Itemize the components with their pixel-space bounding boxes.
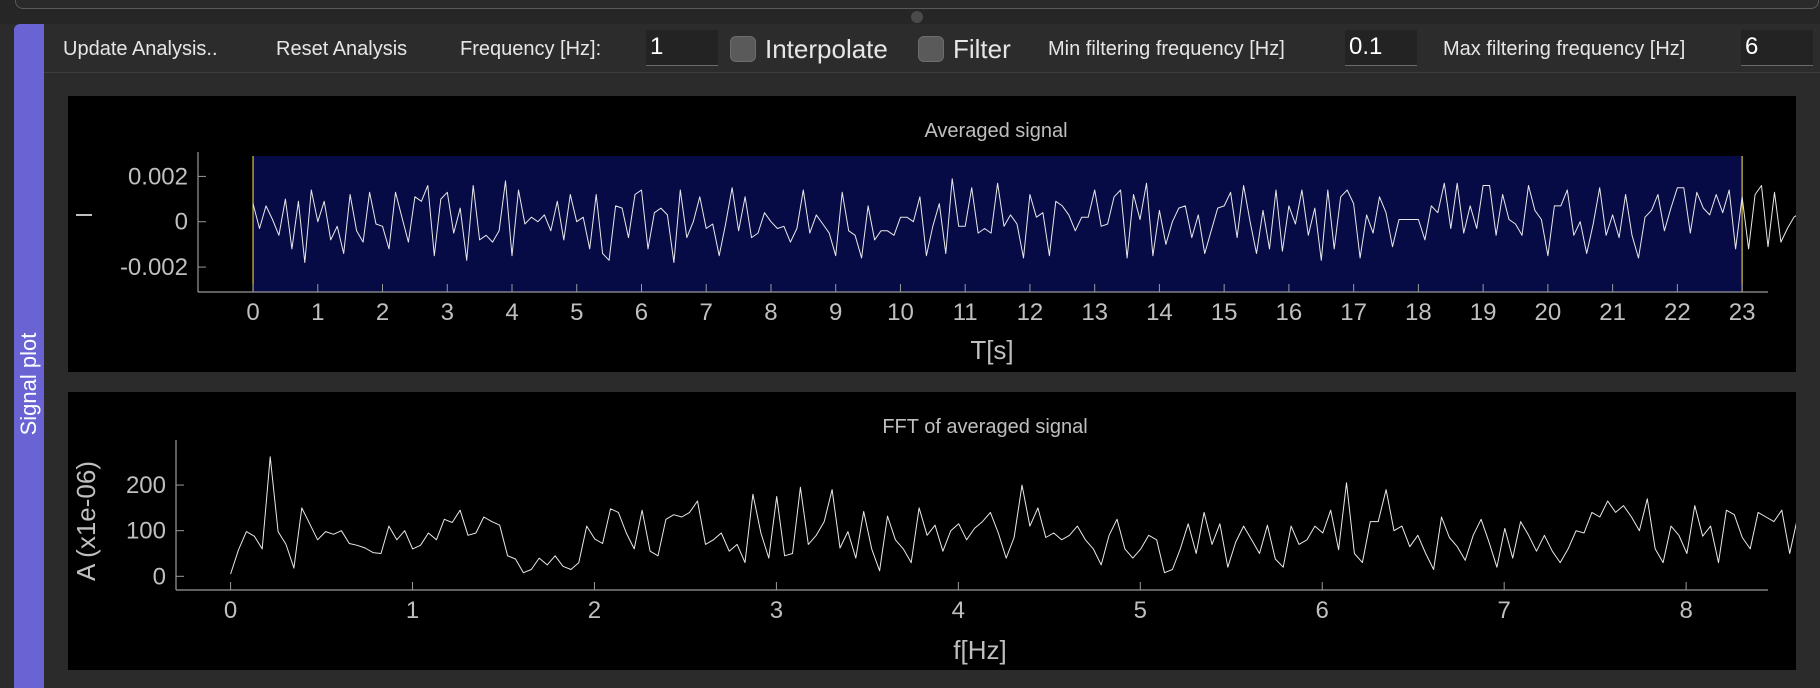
x-tick-label: 5 xyxy=(570,299,583,326)
min-filter-frequency-label: Min filtering frequency [Hz] xyxy=(1048,38,1285,60)
y-tick-label: 0 xyxy=(153,563,166,590)
y-tick-label: 200 xyxy=(126,472,166,499)
y-tick-label: 0 xyxy=(175,209,188,236)
signal-plot-panel: Update Analysis.. Reset Analysis Frequen… xyxy=(44,24,1820,688)
max-filter-frequency-input[interactable]: 6 xyxy=(1741,30,1813,66)
x-tick-label: 4 xyxy=(505,299,518,326)
y-tick-label: -0.002 xyxy=(120,254,188,281)
x-tick-label: 22 xyxy=(1664,299,1691,326)
fft-chart: FFT of averaged signal 0 1 2 3 4 5 6 7 8 200 100 0 f[… xyxy=(71,416,1796,665)
x-tick-label: 0 xyxy=(224,597,237,624)
x-tick-label: 4 xyxy=(952,597,965,624)
splitter-handle[interactable] xyxy=(911,11,923,23)
y-tick-label: 100 xyxy=(126,518,166,545)
reset-analysis-button[interactable]: Reset Analysis xyxy=(276,38,407,61)
x-tick-label: 7 xyxy=(700,299,713,326)
x-tick-label: 18 xyxy=(1405,299,1432,326)
fft-plot[interactable]: FFT of averaged signal 0 1 2 3 4 5 6 7 8 200 100 0 f[… xyxy=(68,392,1796,670)
frequency-input[interactable]: 1 xyxy=(646,30,718,66)
x-tick-label: 19 xyxy=(1470,299,1497,326)
x-tick-label: 8 xyxy=(1679,597,1692,624)
filter-label: Filter xyxy=(953,34,1011,64)
x-tick-label: 13 xyxy=(1081,299,1108,326)
chart-title: FFT of averaged signal xyxy=(882,416,1087,438)
x-axis-label: T[s] xyxy=(970,335,1013,365)
frequency-label: Frequency [Hz]: xyxy=(460,38,602,60)
x-tick-label: 3 xyxy=(770,597,783,624)
averaged-signal-plot[interactable]: Averaged signal 0 1 2 3 4 5 6 7 8 9 10 11 12 13 14 15 16 1… xyxy=(68,96,1796,372)
side-tab-label: Signal plot xyxy=(16,332,41,436)
toolbar: Update Analysis.. Reset Analysis Frequen… xyxy=(44,24,1820,73)
top-frame xyxy=(0,0,1820,24)
averaged-signal-chart: Averaged signal0 1 2 3 4 5 6 7 8 9 10 11 12 13 14 15 16 1… xyxy=(76,120,1796,365)
x-tick-label: 2 xyxy=(376,299,389,326)
top-panel-edge xyxy=(15,0,1819,9)
update-analysis-button[interactable]: Update Analysis.. xyxy=(63,38,218,61)
x-tick-label: 11 xyxy=(953,299,978,326)
x-tick-label: 15 xyxy=(1211,299,1238,326)
time-region xyxy=(253,156,1743,292)
interpolate-label: Interpolate xyxy=(765,34,888,64)
x-tick-label: 21 xyxy=(1599,299,1626,326)
x-axis-label: f[Hz] xyxy=(953,635,1006,665)
chart-title: Averaged signal xyxy=(924,120,1067,142)
x-tick-label: 0 xyxy=(246,299,259,326)
x-tick-label: 1 xyxy=(311,299,324,326)
x-tick-label: 16 xyxy=(1276,299,1303,326)
interpolate-checkbox[interactable] xyxy=(730,36,756,62)
x-tick-label: 7 xyxy=(1498,597,1511,624)
fft-spectrum-line xyxy=(230,456,1796,575)
x-tick-label: 1 xyxy=(406,597,419,624)
x-tick-label: 12 xyxy=(1017,299,1044,326)
x-tick-label: 9 xyxy=(829,299,842,326)
x-tick-label: 14 xyxy=(1146,299,1173,326)
x-tick-label: 10 xyxy=(887,299,914,326)
x-tick-label: 23 xyxy=(1729,299,1756,326)
x-tick-label: 8 xyxy=(764,299,777,326)
x-tick-label: 6 xyxy=(635,299,648,326)
x-tick-label: 2 xyxy=(588,597,601,624)
x-tick-label: 3 xyxy=(441,299,454,326)
max-filter-frequency-label: Max filtering frequency [Hz] xyxy=(1443,38,1686,60)
y-axis-label: A (x1e-06) xyxy=(71,461,101,581)
x-tick-label: 17 xyxy=(1340,299,1367,326)
min-filter-frequency-input[interactable]: 0.1 xyxy=(1345,30,1417,66)
filter-checkbox[interactable] xyxy=(918,36,944,62)
x-tick-label: 6 xyxy=(1316,597,1329,624)
x-tick-label: 20 xyxy=(1535,299,1562,326)
y-tick-label: 0.002 xyxy=(128,163,188,190)
x-tick-label: 5 xyxy=(1134,597,1147,624)
side-tab-signal-plot[interactable]: Signal plot xyxy=(14,24,44,688)
